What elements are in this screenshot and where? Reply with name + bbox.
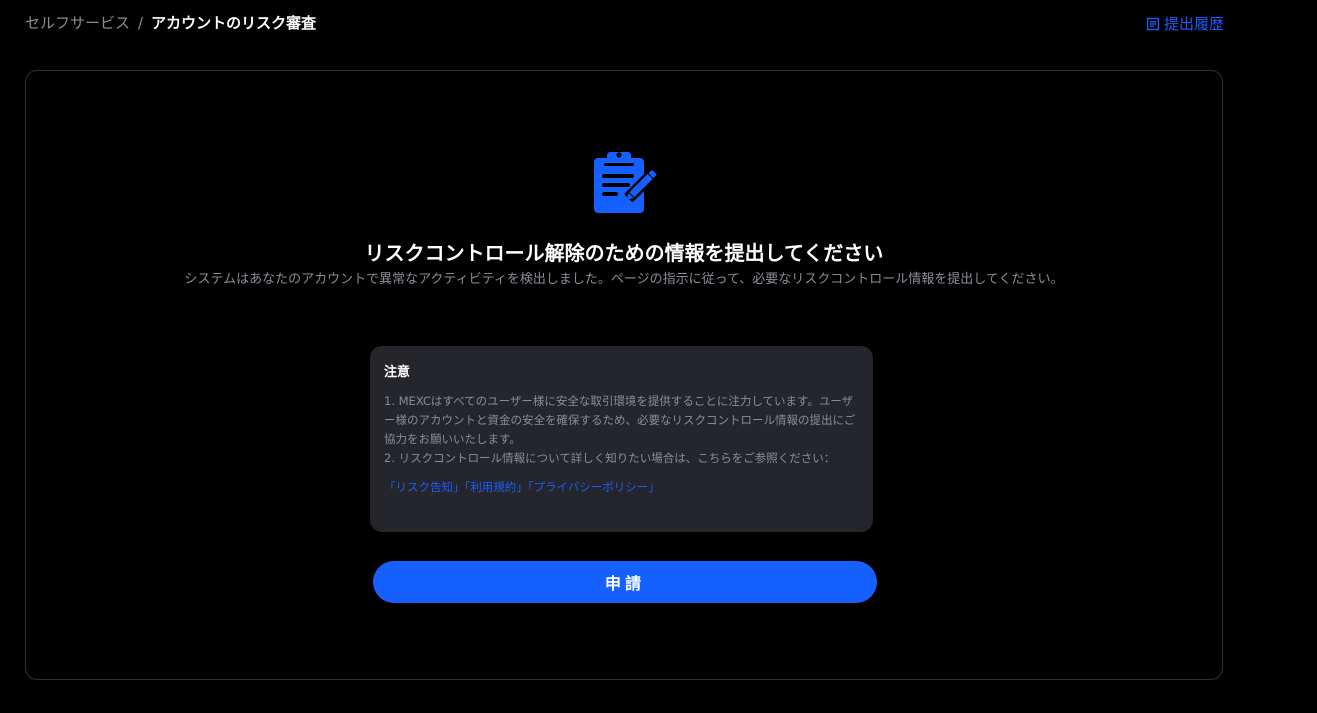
- breadcrumb-current: アカウントのリスク審査: [151, 14, 317, 32]
- notice-title: 注意: [384, 365, 411, 380]
- submission-history-link[interactable]: 提出履歴: [1146, 14, 1224, 34]
- clipboard-edit-icon: [594, 152, 658, 213]
- page-title: リスクコントロール解除のための情報を提出してください: [364, 241, 884, 265]
- privacy-policy-link[interactable]: 「プライバシーポリシー」: [528, 480, 660, 494]
- risk-notice-link[interactable]: 「リスク告知」: [384, 480, 465, 494]
- notice-item-2: 2. リスクコントロール情報について詳しく知りたい場合は、こちらをご参照ください…: [384, 451, 836, 465]
- notice-links: 「リスク告知」「利用規約」「プライバシーポリシー」: [384, 478, 859, 496]
- page: セルフサービス / アカウントのリスク審査 提出履歴 リスクコントロール解除のた…: [0, 0, 1317, 713]
- page-subtitle: システムはあなたのアカウントで異常なアクティビティを検出しました。ページの指示に…: [184, 272, 1064, 287]
- apply-button[interactable]: 申請: [373, 561, 877, 603]
- submission-history-label: 提出履歴: [1163, 15, 1224, 33]
- breadcrumb: セルフサービス / アカウントのリスク審査: [25, 13, 316, 33]
- terms-of-use-link[interactable]: 「利用規約」: [465, 480, 528, 494]
- notice-item-1: 1. MEXCはすべてのユーザー様に安全な取引環境を提供することに注力しています…: [384, 394, 856, 446]
- notice-panel: 注意 1. MEXCはすべてのユーザー様に安全な取引環境を提供することに注力して…: [370, 346, 873, 532]
- breadcrumb-separator: /: [138, 14, 144, 32]
- breadcrumb-parent-link[interactable]: セルフサービス: [25, 13, 130, 33]
- risk-review-card: リスクコントロール解除のための情報を提出してください システムはあなたのアカウン…: [25, 70, 1223, 680]
- list-document-icon: [1146, 17, 1160, 31]
